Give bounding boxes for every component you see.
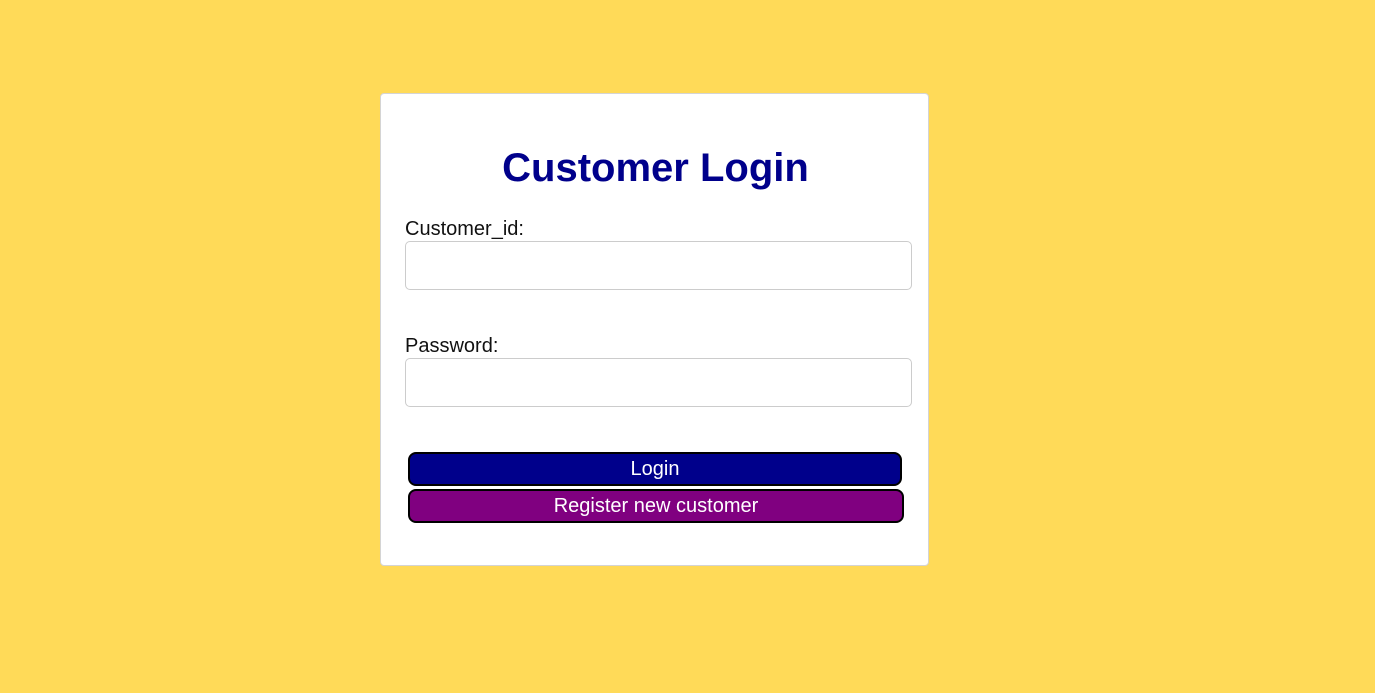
password-label: Password: bbox=[405, 335, 499, 357]
customer-id-input[interactable] bbox=[405, 241, 912, 290]
register-button[interactable]: Register new customer bbox=[408, 489, 904, 523]
login-button[interactable]: Login bbox=[408, 452, 902, 486]
password-input[interactable] bbox=[405, 358, 912, 407]
customer-id-label: Customer_id: bbox=[405, 218, 524, 240]
login-card: Customer Login Customer_id: Password: Lo… bbox=[380, 93, 929, 566]
page-title: Customer Login bbox=[502, 146, 809, 190]
